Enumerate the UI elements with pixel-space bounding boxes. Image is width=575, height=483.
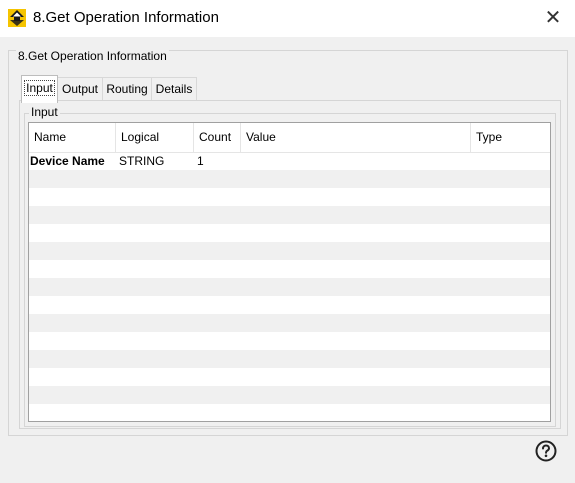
input-table[interactable]: Name Logical Count Value Type Device Nam…	[28, 122, 551, 422]
column-header-logical[interactable]: Logical	[116, 123, 194, 152]
tab-routing[interactable]: Routing	[102, 77, 152, 102]
cell-count: 1	[197, 154, 204, 168]
title-bar: 8.Get Operation Information ✕	[0, 0, 575, 37]
table-header: Name Logical Count Value Type	[29, 123, 550, 153]
empty-row	[29, 242, 550, 260]
empty-row	[29, 386, 550, 404]
tab-panel-input: Input Name Logical Count Value Type Devi…	[19, 100, 561, 429]
empty-row	[29, 350, 550, 368]
column-header-type[interactable]: Type	[471, 123, 550, 152]
empty-row	[29, 170, 550, 188]
cell-name: Device Name	[30, 154, 105, 168]
empty-row	[29, 278, 550, 296]
window-title: 8.Get Operation Information	[33, 9, 219, 26]
column-header-value[interactable]: Value	[241, 123, 471, 152]
empty-row	[29, 314, 550, 332]
empty-row	[29, 404, 550, 421]
empty-row	[29, 206, 550, 224]
tab-details-label: Details	[155, 82, 193, 96]
operation-group-title: 8.Get Operation Information	[16, 49, 169, 63]
tab-details[interactable]: Details	[151, 77, 197, 102]
close-icon[interactable]: ✕	[541, 6, 565, 30]
column-header-count[interactable]: Count	[194, 123, 241, 152]
tab-input[interactable]: Input	[21, 75, 58, 103]
help-icon[interactable]	[535, 440, 557, 462]
cell-logical: STRING	[119, 154, 165, 168]
table-row[interactable]: Device Name STRING 1	[29, 152, 550, 170]
app-logo-icon	[8, 9, 26, 27]
cell-value	[246, 152, 471, 170]
tab-output[interactable]: Output	[57, 77, 103, 102]
dialog-content: 8.Get Operation Information Input Output…	[0, 37, 575, 483]
empty-row	[29, 224, 550, 242]
empty-row	[29, 260, 550, 278]
input-group-title: Input	[29, 105, 60, 119]
column-header-name[interactable]: Name	[29, 123, 116, 152]
empty-row	[29, 368, 550, 386]
cell-type	[476, 152, 550, 170]
tab-output-label: Output	[61, 82, 99, 96]
tab-routing-label: Routing	[106, 82, 148, 96]
empty-row	[29, 332, 550, 350]
empty-row	[29, 188, 550, 206]
tab-input-label: Input	[24, 80, 55, 96]
empty-row	[29, 296, 550, 314]
